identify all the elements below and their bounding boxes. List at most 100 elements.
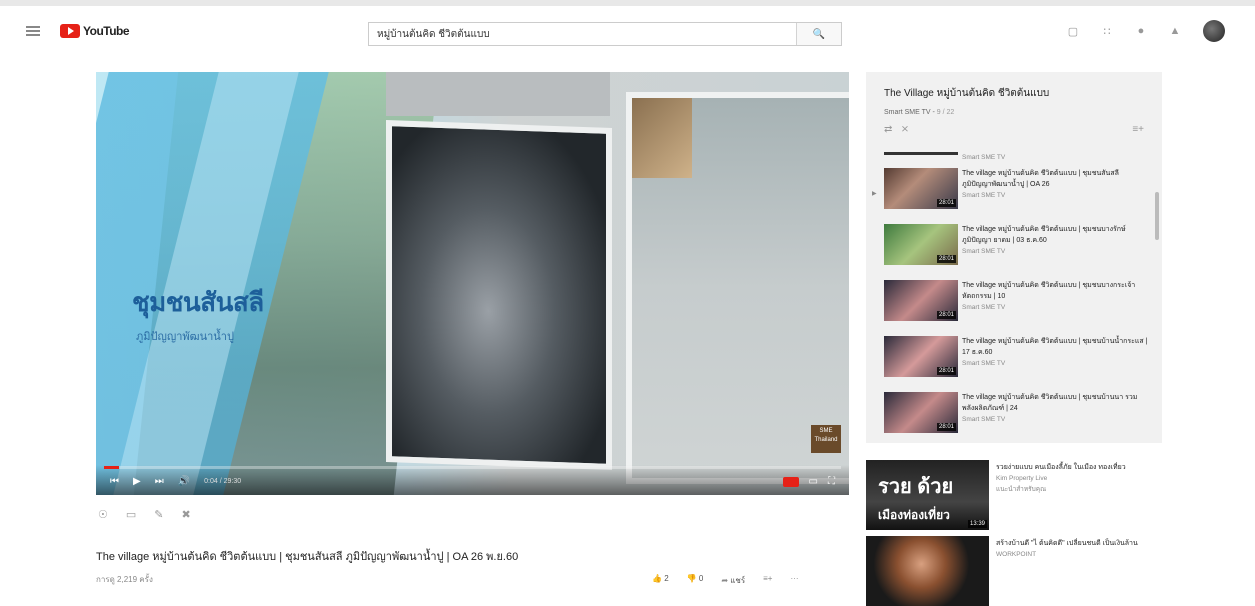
save-playlist-icon[interactable]: ≡+: [1132, 124, 1144, 135]
play-logo-icon: [60, 24, 80, 38]
thumbs-up-icon: 👍: [652, 574, 662, 583]
item-title: The village หมู่บ้านต้นคิด ชีวิตต้นแบบ |…: [962, 226, 1126, 244]
fullscreen-icon[interactable]: ⛶: [828, 476, 835, 487]
recommended-video[interactable]: สร้างบ้านดี "ไ ต้นคิดดี" เปลี่ยนชนดี เป็…: [866, 536, 1162, 606]
list-item[interactable]: 28:01 The village หมู่บ้านต้นคิด ชีวิตต้…: [866, 278, 1162, 334]
like-bar: 👍 2 👎 0 ➦ แชร์ ≡+ ···: [652, 574, 798, 587]
shuffle-icon[interactable]: ✖: [182, 508, 191, 521]
rec-channel: Kim Property Live: [996, 475, 1048, 482]
list-item[interactable]: 28:01 The village หมู่บ้านต้นคิด ชีวิตต้…: [866, 222, 1162, 278]
player-controls: ⏮ ▶ ⏭ 🔊 0:04 / 29:30 ▭ ⛶: [96, 465, 849, 495]
add-to-icon[interactable]: ≡+: [763, 574, 772, 587]
item-thumbnail: 28:01: [884, 224, 958, 265]
controls-right: ▭ ⛶: [782, 476, 835, 487]
video-title: The village หมู่บ้านต้นคิด ชีวิตต้นแบบ |…: [96, 551, 519, 563]
channel-watermark[interactable]: SME Thailand: [811, 425, 841, 453]
overlay-subtitle: ภูมิปัญญาพัฒนาน้ำปู: [136, 331, 234, 343]
playlist-scrollbar[interactable]: [1155, 192, 1159, 240]
thumbs-down-icon: 👎: [686, 574, 697, 583]
top-icons: ▢ ∷ ● ▲: [1067, 20, 1225, 42]
item-thumbnail: 28:01: [884, 280, 958, 321]
thumbnail-edge: [884, 152, 958, 155]
tv-icon[interactable]: ▭: [126, 508, 136, 521]
item-channel: Smart SME TV: [962, 416, 1006, 423]
playlist-channel[interactable]: Smart SME TV: [884, 109, 931, 116]
item-thumbnail: 28:01: [884, 392, 958, 433]
recommended-video[interactable]: รวย ด้วย เมืองท่องเที่ยว 13:39 รวยง่ายแบ…: [866, 460, 1162, 530]
item-duration: 28:01: [936, 311, 956, 319]
play-icon[interactable]: ▶: [133, 476, 141, 487]
time-display: 0:04 / 29:30: [204, 478, 242, 485]
shuffle-icon[interactable]: ⨯: [901, 124, 909, 135]
more-icon[interactable]: ···: [790, 574, 798, 587]
notifications-icon[interactable]: ▲: [1169, 25, 1181, 37]
messages-icon[interactable]: ●: [1135, 25, 1147, 37]
list-item[interactable]: 28:01 The village หมู่บ้านต้นคิด ชีวิตต้…: [866, 334, 1162, 390]
item-text: The village หมู่บ้านต้นคิด ชีวิตต้นแบบ |…: [962, 280, 1148, 313]
playlist-position: 9 / 22: [936, 109, 955, 116]
overlay-title: ชุมชนสันสลี: [132, 287, 264, 317]
list-item[interactable]: 28:01 The village หมู่บ้านต้นคิด ชีวิตต้…: [866, 390, 1162, 443]
eye-icon[interactable]: ☉: [98, 508, 108, 521]
menu-icon[interactable]: [26, 26, 40, 36]
rec-text: รวยง่ายแบบ คนเมืองลี้ภัย ในเมือง ทองเที่…: [996, 462, 1156, 495]
mid-panel-top: [386, 72, 610, 116]
playlist-subtitle: Smart SME TV - 9 / 22: [884, 109, 955, 116]
next-icon[interactable]: ⏭: [155, 476, 164, 487]
pencil-icon[interactable]: ✎: [154, 508, 163, 521]
item-duration: 28:01: [936, 199, 956, 207]
item-channel: Smart SME TV: [962, 360, 1006, 367]
steam-panel: [386, 120, 612, 470]
top-border: [0, 0, 1255, 6]
item-title: The village หมู่บ้านต้นคิด ชีวิตต้นแบบ |…: [962, 282, 1136, 300]
search-icon: 🔍: [812, 28, 826, 40]
right-panel-corner: [632, 98, 692, 178]
item-channel: Smart SME TV: [962, 304, 1006, 311]
item-duration: 28:01: [936, 367, 956, 375]
item-channel: Smart SME TV: [962, 192, 1006, 199]
progress-bar[interactable]: [104, 466, 841, 469]
playlist-header: The Village หมู่บ้านต้นคิด ชีวิตต้นแบบ S…: [866, 72, 1162, 135]
search-box: 🔍: [368, 22, 842, 46]
rec-channel: WORKPOINT: [996, 551, 1037, 558]
item-text: The village หมู่บ้านต้นคิด ชีวิตต้นแบบ |…: [962, 392, 1148, 425]
volume-icon[interactable]: 🔊: [178, 476, 190, 487]
playlist-panel: The Village หมู่บ้านต้นคิด ชีวิตต้นแบบ S…: [866, 72, 1162, 443]
item-thumbnail: 28:01: [884, 336, 958, 377]
item-index: ▶: [872, 191, 877, 197]
playlist-title[interactable]: The Village หมู่บ้านต้นคิด ชีวิตต้นแบบ: [884, 86, 1144, 101]
item-title: The village หมู่บ้านต้นคิด ชีวิตต้นแบบ |…: [962, 170, 1119, 188]
search-button[interactable]: 🔍: [796, 23, 841, 45]
item-text: The village หมู่บ้านต้นคิด ชีวิตต้นแบบ |…: [962, 336, 1148, 369]
avatar[interactable]: [1203, 20, 1225, 42]
share-icon: ➦: [721, 576, 729, 585]
previous-icon[interactable]: ⏮: [110, 476, 119, 487]
item-text: The village หมู่บ้านต้นคิด ชีวิตต้นแบบ |…: [962, 168, 1148, 201]
video-overlay-title: ชุมชนสันสลี ภูมิปัญญาพัฒนาน้ำปู: [132, 282, 264, 345]
apps-icon[interactable]: ∷: [1101, 25, 1113, 38]
masthead: YouTube 🔍 ▢ ∷ ● ▲: [0, 8, 1255, 56]
rec-duration: 13:39: [967, 520, 987, 528]
share-button[interactable]: ➦ แชร์: [721, 574, 745, 587]
youtube-badge-icon[interactable]: [782, 476, 799, 487]
upload-icon[interactable]: ▢: [1067, 25, 1079, 38]
item-duration: 28:01: [936, 423, 956, 431]
theater-mode-icon[interactable]: ▭: [809, 476, 818, 487]
video-player[interactable]: ชุมชนสันสลี ภูมิปัญญาพัฒนาน้ำปู SME Thai…: [96, 72, 849, 495]
youtube-logo[interactable]: YouTube: [60, 24, 130, 38]
like-button[interactable]: 👍 2: [652, 574, 669, 587]
list-item[interactable]: ▶ 28:01 The village หมู่บ้านต้นคิด ชีวิต…: [866, 166, 1162, 222]
rec-text: สร้างบ้านดี "ไ ต้นคิดดี" เปลี่ยนชนดี เป็…: [996, 538, 1156, 560]
controls-left: ⏮ ▶ ⏭ 🔊 0:04 / 29:30: [110, 476, 241, 487]
item-thumbnail: 28:01: [884, 168, 958, 209]
item-title: The village หมู่บ้านต้นคิด ชีวิตต้นแบบ |…: [962, 394, 1138, 412]
loop-icon[interactable]: ⇄: [884, 124, 892, 135]
rec-title: รวยง่ายแบบ คนเมืองลี้ภัย ในเมือง ทองเที่…: [996, 464, 1126, 471]
rec-thumbnail: รวย ด้วย เมืองท่องเที่ยว 13:39: [866, 460, 989, 530]
progress-fill: [104, 466, 119, 469]
thumb-text-top: รวย ด้วย: [878, 476, 954, 498]
search-input[interactable]: [369, 23, 796, 45]
list-item[interactable]: Smart SME TV: [866, 152, 1162, 166]
playlist-items: Smart SME TV ▶ 28:01 The village หมู่บ้า…: [866, 152, 1162, 443]
dislike-button[interactable]: 👎 0: [687, 574, 704, 587]
